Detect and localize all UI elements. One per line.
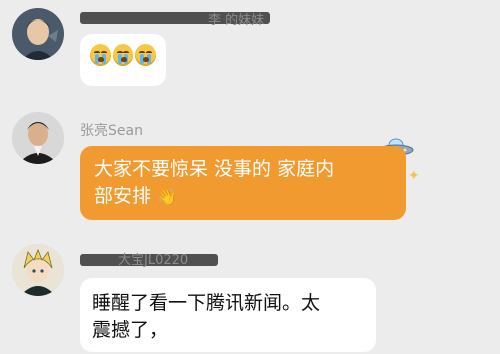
sender-name: 张亮Sean: [80, 123, 143, 139]
message-text: 大家不要惊呆 没事的 家庭内 部安排: [94, 158, 335, 207]
emoji-row: [80, 34, 166, 76]
avatar[interactable]: [12, 8, 64, 60]
sender-name: 李 的妹妹: [208, 13, 265, 28]
avatar[interactable]: [12, 112, 64, 164]
avatar[interactable]: [12, 244, 64, 296]
message-bubble[interactable]: 大家不要惊呆 没事的 家庭内 部安排 👋: [80, 146, 406, 220]
crying-face-icon: [90, 44, 111, 66]
message-bubble[interactable]: 睡醒了看一下腾讯新闻。太 震撼了，: [80, 278, 376, 352]
message-text: 睡醒了看一下腾讯新闻。太 震撼了，: [92, 292, 321, 341]
crying-face-icon: [135, 44, 157, 66]
chat-thread: 李 的妹妹 张亮Sean ✦ 大家不要惊呆 没事的 家庭内 部安排 👋 大宝JL…: [0, 0, 500, 354]
crying-face-icon: [112, 44, 134, 66]
waving-hand-icon: 👋: [157, 187, 177, 206]
sparkle-icon: ✦: [408, 168, 420, 184]
sender-name: 大宝JL0220: [118, 253, 189, 268]
message-bubble[interactable]: [80, 34, 166, 86]
